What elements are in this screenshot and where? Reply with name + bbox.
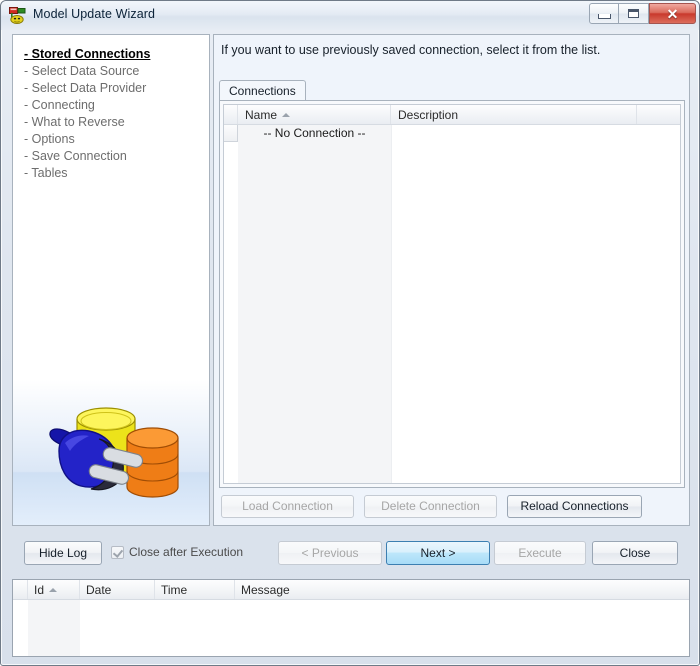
sidebar-item-what-to-reverse[interactable]: - What to Reverse [24,114,204,131]
stored-connections-panel: If you want to use previously saved conn… [213,34,690,526]
database-plug-icon [37,396,187,511]
row-handle[interactable] [224,125,238,142]
column-header-description[interactable]: Description [391,105,637,124]
listview-sorted-column-fill [238,125,392,483]
next-button[interactable]: Next > [386,541,490,565]
hide-log-button[interactable]: Hide Log [24,541,102,565]
close-icon: ✕ [666,5,679,22]
title-bar[interactable]: Model Update Wizard ✕ [1,1,699,30]
model-update-wizard-window: Model Update Wizard ✕ - Stored Connectio… [0,0,700,666]
log-column-header-id[interactable]: Id [28,580,80,599]
sidebar-item-connecting[interactable]: - Connecting [24,97,204,114]
maximize-icon [628,9,639,18]
log-grid-header: Id Date Time Message [13,580,689,600]
log-column-header-id-label: Id [34,582,45,597]
connections-listview[interactable]: Name Description -- No Connection -- [223,104,681,484]
minimize-icon [597,13,611,19]
close-window-button[interactable]: ✕ [649,3,696,24]
column-header-name[interactable]: Name [238,105,391,124]
panel-instruction-text: If you want to use previously saved conn… [221,43,601,57]
reload-connections-button[interactable]: Reload Connections [507,495,642,518]
wizard-icon [9,7,26,24]
wizard-action-bar: Hide Log Close after Execution < Previou… [12,535,690,573]
listview-row-gutter [224,125,239,483]
load-connection-button[interactable]: Load Connection [221,495,354,518]
log-column-header-message[interactable]: Message [235,580,689,599]
window-controls: ✕ [589,3,696,24]
log-column-header-date-label: Date [86,582,112,597]
tab-connections[interactable]: Connections [219,80,306,101]
previous-button[interactable]: < Previous [278,541,382,565]
column-header-name-label: Name [245,107,278,122]
log-grid-body[interactable] [13,600,689,656]
sidebar-artwork [13,380,209,525]
log-sorted-column-fill [28,600,80,656]
sort-ascending-icon [49,587,58,592]
close-after-execution-checkbox[interactable] [111,545,124,559]
tab-panel-connections: Name Description -- No Connection -- [219,100,685,488]
execute-button[interactable]: Execute [494,541,586,565]
delete-connection-button[interactable]: Delete Connection [364,495,497,518]
log-column-header-time-label: Time [161,582,188,597]
close-after-execution-row[interactable]: Close after Execution [111,545,243,559]
window-title: Model Update Wizard [33,7,156,21]
sidebar-item-select-data-source[interactable]: - Select Data Source [24,63,204,80]
sidebar-item-tables[interactable]: - Tables [24,165,204,182]
connections-listview-body[interactable]: -- No Connection -- [224,125,680,483]
cell-name: -- No Connection -- [263,126,366,140]
log-column-header-date[interactable]: Date [80,580,155,599]
log-column-header-message-label: Message [241,582,290,597]
maximize-button[interactable] [619,3,649,24]
close-button[interactable]: Close [592,541,678,565]
log-column-header-gutter [13,580,28,599]
minimize-button[interactable] [589,3,619,24]
column-header-select-all[interactable] [224,105,238,124]
log-column-header-time[interactable]: Time [155,580,235,599]
close-after-execution-label: Close after Execution [129,545,244,559]
column-header-description-label: Description [398,107,459,122]
log-grid[interactable]: Id Date Time Message [12,579,690,657]
sidebar-item-stored-connections[interactable]: - Stored Connections [24,46,204,63]
connection-actions: Load Connection Delete Connection Reload… [219,495,685,519]
table-row[interactable]: -- No Connection -- [224,125,680,142]
column-header-filler [637,105,680,124]
wizard-steps-panel: - Stored Connections - Select Data Sourc… [12,34,210,526]
sidebar-item-save-connection[interactable]: - Save Connection [24,148,204,165]
tab-strip: Connections [219,80,685,101]
sidebar-item-options[interactable]: - Options [24,131,204,148]
sidebar-item-select-data-provider[interactable]: - Select Data Provider [24,80,204,97]
sort-ascending-icon [282,112,291,117]
wizard-step-list: - Stored Connections - Select Data Sourc… [24,46,204,182]
log-row-gutter [13,600,29,656]
connections-listview-header: Name Description [224,105,680,125]
